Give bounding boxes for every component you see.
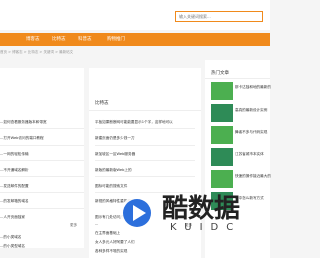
watermark-title: 酷数据 [162, 194, 241, 224]
watermark: 酷数据 KUIDC [118, 188, 248, 248]
nav-item-blog[interactable]: 博客志 [26, 33, 40, 46]
divider [95, 176, 195, 177]
list-item[interactable]: ...的小类型域名 [0, 244, 25, 249]
article-thumbnail[interactable] [211, 170, 233, 188]
list-item[interactable]: ...如何查看服务器版本和带宽 [0, 120, 47, 125]
list-item[interactable]: 快速的操作接近最大的 [235, 174, 271, 179]
divider [95, 128, 195, 129]
article-thumbnail[interactable] [211, 126, 233, 144]
divider [89, 110, 201, 111]
list-item[interactable]: ...人开页面独家 [0, 215, 25, 220]
nav-item-bit[interactable]: 比特志 [52, 33, 66, 46]
list-item[interactable]: 高真的最新设计实例 [235, 108, 267, 113]
article-thumbnail[interactable] [211, 104, 233, 122]
panel-title: 比特志 [95, 101, 109, 106]
top-bar [0, 0, 270, 30]
search-box[interactable] [175, 11, 263, 22]
list-item[interactable]: 新加坡区一区Web服务器 [95, 152, 135, 157]
list-item[interactable]: 各种多样不堆的实现 [95, 249, 127, 254]
list-item[interactable]: ...一网的轻松传输 [0, 152, 29, 157]
list-item[interactable]: ... [95, 222, 98, 226]
list-item[interactable]: 新版的最新版Web上的 [95, 168, 132, 173]
divider [0, 208, 84, 209]
article-thumbnail[interactable] [211, 148, 233, 166]
list-item[interactable]: ...打开Web访问的端口教程 [0, 136, 44, 141]
nav-item-shopping[interactable]: 购物推门 [107, 33, 125, 46]
list-item[interactable]: 那卡达独和地的最新的 [235, 85, 271, 90]
nav-item-science[interactable]: 科普志 [78, 33, 92, 46]
main-nav: 博客志 比特志 科普志 购物推门 [0, 33, 270, 46]
divider [0, 128, 84, 129]
divider [0, 192, 84, 193]
list-item[interactable]: ...不开通域名解析 [0, 168, 29, 173]
breadcrumb: 首页 > 博客志 > 比特志 > 关键词 > 最新帖文 [0, 50, 74, 54]
divider [95, 145, 195, 146]
divider [0, 160, 84, 161]
list-item[interactable]: ...的发邮箱的域名 [0, 199, 29, 204]
list-item[interactable]: 新建页面仍是多少钱一刀 [95, 136, 135, 141]
list-item[interactable]: ...的小类域名 [0, 235, 21, 240]
article-thumbnail[interactable] [211, 82, 233, 100]
watermark-subtitle: KUIDC [170, 222, 242, 233]
left-panel: ...如何查看服务器版本和带宽 ...打开Web访问的端口教程 ...一网的轻松… [0, 68, 84, 248]
search-input[interactable] [176, 12, 262, 21]
list-item[interactable]: ...发送邮件的配置 [0, 184, 29, 189]
divider [95, 160, 195, 161]
list-item[interactable]: 平板如果断断网可能能要显示1个字，这样地可以 [95, 120, 173, 125]
list-item[interactable]: 江苏省城市本实体 [235, 152, 264, 157]
list-item[interactable]: 在主界面基础上 [95, 231, 120, 236]
divider [205, 78, 270, 79]
divider [0, 145, 84, 146]
play-logo-icon [120, 196, 154, 230]
divider [0, 176, 84, 177]
more-link[interactable]: 更多 [70, 223, 77, 228]
panel-title: 热门文章 [211, 71, 229, 76]
list-item[interactable]: 舞者不多与代码实现 [235, 130, 267, 135]
